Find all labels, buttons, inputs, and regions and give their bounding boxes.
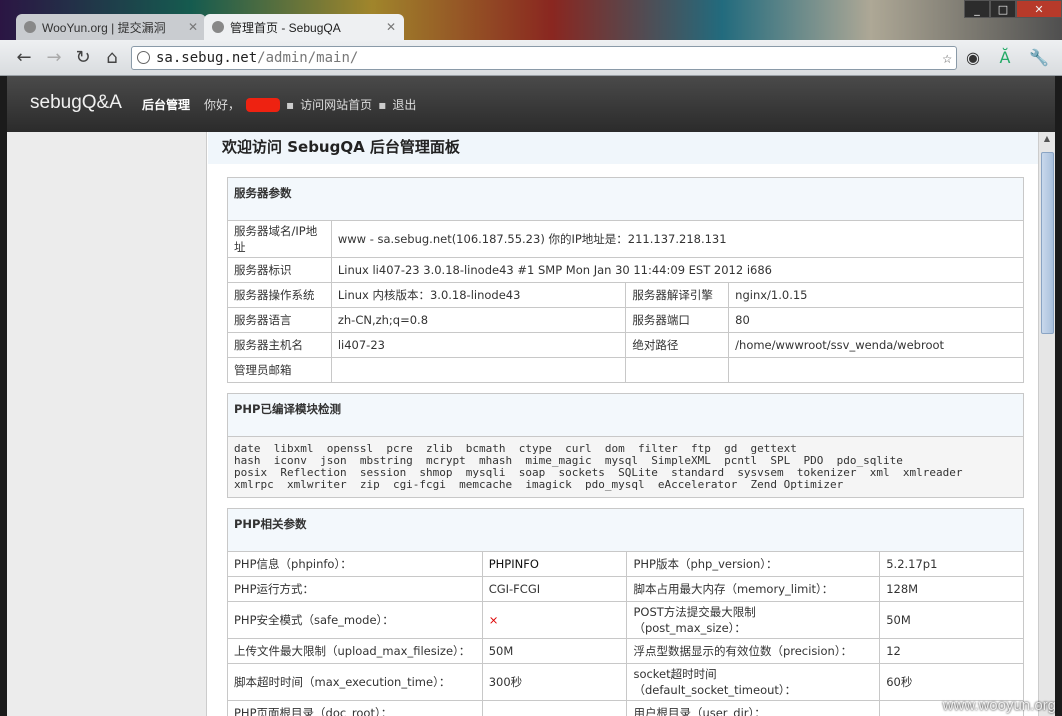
php-modules-table: PHP已编译模块检测 date libxml openssl pcre zlib…: [227, 393, 1024, 498]
socket-timeout-label-line1: socket超时时间: [633, 667, 717, 681]
home-icon[interactable]: ⌂: [100, 46, 124, 70]
hostname-value: li407-23: [330, 332, 627, 358]
main-content: 欢迎访问 SebugQA 后台管理面板 服务器参数 服务器域名/IP地址 www…: [208, 132, 1038, 716]
socket-timeout-label-line2: （default_socket_timeout）：: [633, 683, 797, 697]
site-logo[interactable]: sebugQ&A: [30, 92, 122, 114]
maximize-button[interactable]: □: [990, 0, 1016, 18]
socket-timeout-value: 60秒: [879, 663, 1024, 701]
safe-mode-label: PHP安全模式（safe_mode）：: [227, 601, 483, 639]
admin-email-label: 管理员邮箱: [227, 357, 332, 383]
page-title: 欢迎访问 SebugQA 后台管理面板: [208, 132, 1038, 164]
precision-value: 12: [879, 638, 1024, 664]
url-host: sa.sebug.net: [156, 50, 258, 66]
vertical-scrollbar[interactable]: ▲: [1038, 132, 1055, 716]
phpinfo-link[interactable]: PHPINFO: [481, 551, 628, 577]
bullet-icon: ▪: [286, 97, 295, 112]
server-params-heading: 服务器参数: [227, 177, 1024, 221]
modules-line: xmlrpc xmlwriter zip cgi-fcgi memcache i…: [234, 478, 844, 491]
back-arrow-icon[interactable]: ←: [12, 46, 36, 70]
window-controls: _ □ ✕: [964, 0, 1062, 18]
path-label: 绝对路径: [625, 332, 730, 358]
server-id-label: 服务器标识: [227, 257, 332, 283]
post-max-label-line1: POST方法提交最大限制: [633, 605, 756, 619]
tab-label: 管理首页 - SebugQA: [230, 20, 341, 35]
tab-label: WooYun.org | 提交漏洞: [42, 20, 166, 35]
lang-value: zh-CN,zh;q=0.8: [330, 307, 627, 333]
logout-link[interactable]: 退出: [392, 96, 416, 113]
browser-tab-admin[interactable]: 管理首页 - SebugQA ✕: [204, 14, 404, 40]
wrench-menu-icon[interactable]: 🔧: [1029, 48, 1049, 68]
admin-email-value: [330, 357, 627, 383]
user-dir-label: 用户根目录（user_dir）：: [626, 700, 881, 716]
scrollbar-thumb[interactable]: [1041, 152, 1054, 334]
browser-tab-wooyun[interactable]: WooYun.org | 提交漏洞 ✕: [16, 14, 206, 40]
header-nav: 后台管理 你好， ▪ 访问网站首页 ▪ 退出: [142, 96, 416, 113]
greeting: 你好，: [204, 98, 241, 112]
domain-value: www - sa.sebug.net(106.187.55.23) 你的IP地址…: [330, 220, 1025, 258]
address-bar[interactable]: sa.sebug.net/admin/main/ ☆: [131, 46, 957, 70]
post-max-value: 50M: [879, 601, 1024, 639]
page-info-icon[interactable]: [137, 51, 150, 64]
bullet-icon: ▪: [378, 97, 387, 112]
admin-sidebar: [7, 132, 207, 716]
close-tab-icon[interactable]: ✕: [188, 20, 198, 34]
memory-limit-label: 脚本占用最大内存（memory_limit）：: [626, 576, 881, 602]
server-params-table: 服务器参数 服务器域名/IP地址 www - sa.sebug.net(106.…: [227, 177, 1025, 383]
scroll-up-arrow-icon[interactable]: ▲: [1039, 134, 1055, 148]
visit-site-link[interactable]: 访问网站首页: [300, 96, 372, 113]
run-mode-label: PHP运行方式：: [227, 576, 483, 602]
php-params-table: PHP相关参数 PHP信息（phpinfo）： PHPINFO PHP版本（ph…: [227, 508, 1024, 716]
doc-root-value: [481, 700, 628, 716]
favicon-icon: [212, 21, 224, 33]
favicon-icon: [24, 21, 36, 33]
path-value: /home/wwwroot/ssv_wenda/webroot: [728, 332, 1024, 358]
hostname-label: 服务器主机名: [227, 332, 332, 358]
php-version-value: 5.2.17p1: [879, 551, 1024, 577]
empty-cell: [728, 357, 1024, 383]
safe-mode-cross-icon: ×: [481, 601, 628, 639]
socket-timeout-label: socket超时时间 （default_socket_timeout）：: [626, 663, 881, 701]
os-value: Linux 内核版本：3.0.18-linode43: [330, 282, 627, 308]
forward-arrow-icon[interactable]: →: [42, 46, 66, 70]
server-id-value: Linux li407-23 3.0.18-linode43 #1 SMP Mo…: [330, 257, 1025, 283]
minimize-button[interactable]: _: [964, 0, 990, 18]
lang-label: 服务器语言: [227, 307, 332, 333]
bookmark-star-icon[interactable]: ☆: [942, 47, 952, 69]
domain-label: 服务器域名/IP地址: [227, 220, 332, 258]
url-path: /admin/main/: [257, 50, 359, 66]
empty-cell: [625, 357, 730, 383]
max-exec-value: 300秒: [481, 663, 628, 701]
port-value: 80: [728, 307, 1024, 333]
reload-icon[interactable]: ↻: [71, 46, 95, 70]
php-version-label: PHP版本（php_version）：: [626, 551, 881, 577]
php-params-heading: PHP相关参数: [227, 508, 1024, 552]
doc-root-label: PHP页面根目录（doc_root）：: [227, 700, 483, 716]
php-modules-list: date libxml openssl pcre zlib bcmath cty…: [227, 436, 1024, 498]
redacted-username: [246, 97, 281, 112]
port-label: 服务器端口: [625, 307, 730, 333]
os-label: 服务器操作系统: [227, 282, 332, 308]
site-header: sebugQ&A 后台管理 你好， ▪ 访问网站首页 ▪ 退出: [7, 76, 1055, 132]
php-modules-heading: PHP已编译模块检测: [227, 393, 1024, 437]
post-max-label: POST方法提交最大限制 （post_max_size）：: [626, 601, 881, 639]
translate-icon[interactable]: Ă: [995, 48, 1015, 68]
phpinfo-label: PHP信息（phpinfo）：: [227, 551, 483, 577]
close-window-button[interactable]: ✕: [1016, 0, 1062, 18]
globe-extension-icon[interactable]: ◉: [963, 48, 983, 68]
post-max-label-line2: （post_max_size）：: [633, 621, 746, 635]
engine-value: nginx/1.0.15: [728, 282, 1024, 308]
upload-max-label: 上传文件最大限制（upload_max_filesize）：: [227, 638, 483, 664]
upload-max-value: 50M: [481, 638, 628, 664]
close-tab-icon[interactable]: ✕: [386, 20, 396, 34]
max-exec-label: 脚本超时时间（max_execution_time）：: [227, 663, 483, 701]
engine-label: 服务器解译引擎: [625, 282, 730, 308]
page-viewport: sebugQ&A 后台管理 你好， ▪ 访问网站首页 ▪ 退出 欢迎访问 Seb…: [7, 76, 1055, 716]
memory-limit-value: 128M: [879, 576, 1024, 602]
precision-label: 浮点型数据显示的有效位数（precision）：: [626, 638, 881, 664]
watermark: www.wooyun.org: [942, 697, 1056, 714]
section-title[interactable]: 后台管理: [142, 96, 190, 113]
run-mode-value: CGI-FCGI: [481, 576, 628, 602]
